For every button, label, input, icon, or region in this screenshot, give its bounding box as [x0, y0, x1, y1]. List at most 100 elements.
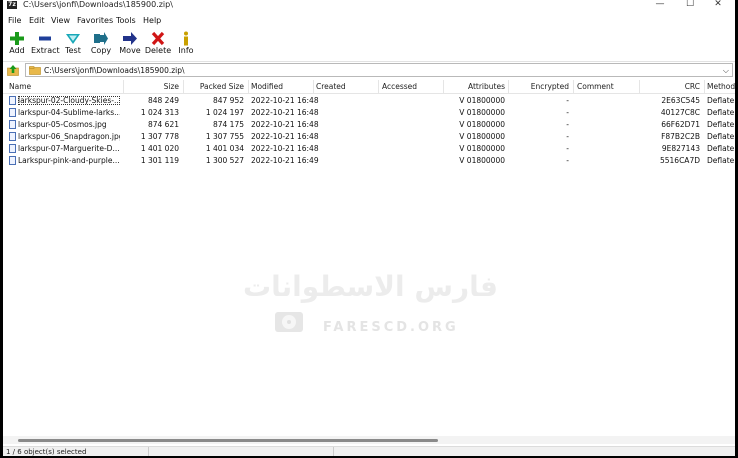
col-created[interactable]: Created — [316, 82, 346, 91]
col-method[interactable]: Method — [707, 82, 735, 91]
col-divider[interactable] — [123, 80, 124, 94]
table-row[interactable]: larkspur-04-Sublime-larks... 1 024 313 1… — [3, 107, 735, 119]
file-encrypted: - — [566, 120, 569, 129]
file-size: 1 024 313 — [140, 108, 179, 117]
extract-button[interactable]: Extract — [31, 31, 60, 59]
file-packed-size: 1 300 527 — [205, 156, 244, 165]
file-encrypted: - — [566, 132, 569, 141]
copy-button[interactable]: Copy — [87, 31, 115, 59]
minimize-button[interactable]: — — [653, 0, 667, 11]
file-attributes: V 01800000 — [459, 96, 505, 105]
col-divider[interactable] — [508, 80, 509, 94]
file-crc: 5516CA7D — [659, 156, 700, 165]
col-divider[interactable] — [573, 80, 574, 94]
image-file-icon — [9, 156, 16, 165]
add-icon — [10, 32, 24, 45]
col-name[interactable]: Name — [9, 82, 31, 91]
horizontal-scrollbar[interactable] — [3, 436, 735, 444]
col-divider[interactable] — [313, 80, 314, 94]
col-divider[interactable] — [639, 80, 640, 94]
col-packed-size[interactable]: Packed Size — [187, 82, 244, 91]
info-button[interactable]: Info — [172, 31, 200, 59]
info-label: Info — [178, 46, 194, 55]
menu-edit[interactable]: Edit — [29, 16, 45, 25]
col-crc[interactable]: CRC — [643, 82, 700, 91]
table-row[interactable]: larkspur-02-Cloudy-Skies-... 848 249 847… — [3, 95, 735, 107]
file-name: larkspur-05-Cosmos.jpg — [18, 120, 107, 129]
file-size: 1 401 020 — [140, 144, 179, 153]
table-row[interactable]: larkspur-07-Marguerite-D... 1 401 020 1 … — [3, 143, 735, 155]
address-path: C:\Users\jonfi\Downloads\185900.zip\ — [44, 66, 185, 75]
col-size[interactable]: Size — [127, 82, 179, 91]
file-list: Name Size Packed Size Modified Created A… — [3, 80, 735, 436]
app-window: 7z C:\Users\jonfi\Downloads\185900.zip\ … — [3, 0, 735, 456]
file-name: larkspur-04-Sublime-larks... — [18, 108, 120, 117]
image-file-icon — [9, 132, 16, 141]
move-icon — [123, 32, 137, 45]
col-divider[interactable] — [248, 80, 249, 94]
test-button[interactable]: Test — [59, 31, 87, 59]
file-name: larkspur-06_Snapdragon.jpg — [18, 132, 120, 141]
file-name: Larkspur-pink-and-purple... — [18, 156, 120, 165]
scrollbar-thumb[interactable] — [18, 439, 438, 442]
menu-favorites[interactable]: Favorites — [77, 16, 113, 25]
col-accessed[interactable]: Accessed — [382, 82, 417, 91]
file-packed-size: 847 952 — [212, 96, 244, 105]
file-name: larkspur-02-Cloudy-Skies-... — [18, 96, 120, 105]
col-modified[interactable]: Modified — [251, 82, 283, 91]
watermark-arabic-text: فارس الاسطوانات — [243, 270, 498, 303]
col-attributes[interactable]: Attributes — [447, 82, 505, 91]
status-divider — [333, 447, 334, 456]
table-row[interactable]: larkspur-06_Snapdragon.jpg 1 307 778 1 3… — [3, 131, 735, 143]
maximize-button[interactable]: ☐ — [683, 0, 697, 11]
menu-file[interactable]: File — [8, 16, 21, 25]
file-crc: 40127C8C — [660, 108, 700, 117]
move-button[interactable]: Move — [116, 31, 144, 59]
menu-help[interactable]: Help — [143, 16, 161, 25]
watermark: فارس الاسطوانات FARESCD.ORG — [243, 270, 503, 350]
copy-icon — [94, 32, 108, 45]
test-icon — [66, 34, 80, 44]
menu-view[interactable]: View — [51, 16, 70, 25]
file-size: 1 301 119 — [140, 156, 179, 165]
folder-up-icon[interactable] — [7, 65, 19, 76]
delete-icon — [151, 31, 165, 46]
file-modified: 2022-10-21 16:48 — [251, 108, 319, 117]
chevron-down-icon[interactable]: ⌵ — [723, 66, 729, 76]
file-attributes: V 01800000 — [459, 144, 505, 153]
file-crc: 2E63C545 — [661, 96, 700, 105]
address-bar: C:\Users\jonfi\Downloads\185900.zip\ ⌵ — [3, 61, 735, 78]
file-crc: F87B2C2B — [661, 132, 700, 141]
watermark-latin-text: FARESCD.ORG — [323, 320, 459, 335]
file-method: Deflate — [707, 144, 735, 153]
image-file-icon — [9, 120, 16, 129]
col-divider[interactable] — [443, 80, 444, 94]
file-crc: 9E827143 — [661, 144, 700, 153]
table-row[interactable]: Larkspur-pink-and-purple... 1 301 119 1 … — [3, 155, 735, 167]
col-divider[interactable] — [378, 80, 379, 94]
close-button[interactable]: ✕ — [711, 0, 725, 11]
col-encrypted[interactable]: Encrypted — [512, 82, 569, 91]
toolbar: Add Extract Test Copy Move Delete Info — [3, 29, 735, 60]
menu-tools[interactable]: Tools — [116, 16, 136, 25]
file-attributes: V 01800000 — [459, 132, 505, 141]
delete-button[interactable]: Delete — [144, 31, 172, 59]
col-divider[interactable] — [183, 80, 184, 94]
status-divider — [148, 447, 149, 456]
file-method: Deflate — [707, 120, 735, 129]
address-input[interactable]: C:\Users\jonfi\Downloads\185900.zip\ ⌵ — [25, 63, 733, 77]
table-row[interactable]: larkspur-05-Cosmos.jpg 874 621 874 175 2… — [3, 119, 735, 131]
file-method: Deflate — [707, 108, 735, 117]
test-label: Test — [65, 46, 81, 55]
file-packed-size: 1 401 034 — [205, 144, 244, 153]
file-encrypted: - — [566, 144, 569, 153]
file-size: 1 307 778 — [140, 132, 179, 141]
file-encrypted: - — [566, 156, 569, 165]
file-packed-size: 1 024 197 — [205, 108, 244, 117]
col-divider[interactable] — [704, 80, 705, 94]
image-file-icon — [9, 108, 16, 117]
add-button[interactable]: Add — [3, 31, 31, 59]
col-comment[interactable]: Comment — [577, 82, 614, 91]
file-packed-size: 1 307 755 — [205, 132, 244, 141]
extract-label: Extract — [31, 46, 60, 55]
